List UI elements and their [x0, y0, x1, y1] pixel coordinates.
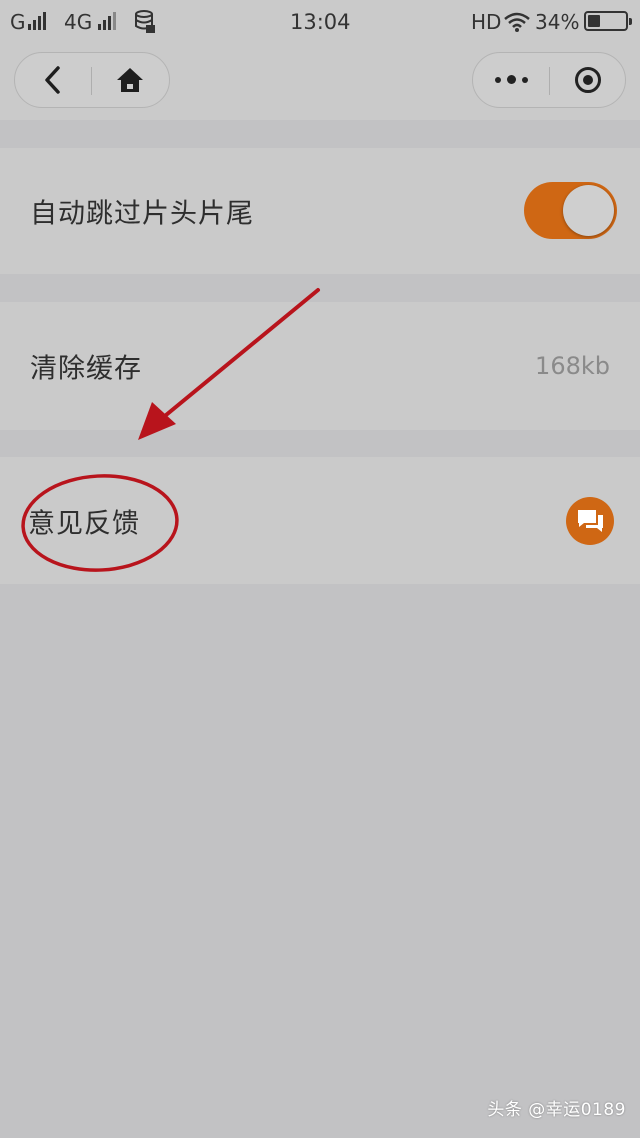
- nav-capsule-right: [472, 52, 626, 108]
- hd-label: HD: [471, 10, 502, 34]
- signal-strength-icon: [28, 12, 46, 30]
- battery-icon: [584, 11, 632, 31]
- setting-label: 意见反馈: [28, 508, 140, 539]
- network-label-2: 4G: [64, 10, 93, 34]
- signal-strength-icon-2: [98, 12, 116, 30]
- more-dots-icon: [494, 75, 528, 84]
- skip-intro-toggle[interactable]: [524, 182, 617, 239]
- database-icon: [135, 10, 155, 33]
- cache-size-value: 168kb: [535, 352, 610, 380]
- chat-bubbles-icon[interactable]: [566, 497, 614, 545]
- setting-clear-cache[interactable]: 清除缓存 168kb: [0, 302, 640, 430]
- app-page: G 4G 13:04 HD 34% 自动跳过片头片尾 清除缓存 168kb 意见…: [0, 0, 640, 1138]
- chevron-left-icon: [45, 65, 60, 94]
- more-button[interactable]: [473, 53, 549, 106]
- toggle-knob: [563, 185, 614, 236]
- wifi-icon: [504, 12, 530, 32]
- home-icon: [117, 67, 143, 92]
- setting-label: 自动跳过片头片尾: [30, 198, 254, 230]
- setting-label: 清除缓存: [30, 353, 142, 385]
- back-button[interactable]: [15, 53, 91, 106]
- watermark: 头条 @幸运0189: [487, 1100, 626, 1120]
- clock: 13:04: [290, 10, 351, 34]
- setting-feedback[interactable]: 意见反馈: [0, 457, 640, 584]
- battery-percent: 34%: [535, 10, 580, 34]
- home-button[interactable]: [92, 53, 168, 106]
- nav-capsule-left: [14, 52, 170, 108]
- status-bar: G 4G 13:04 HD 34%: [0, 0, 640, 44]
- target-close-icon: [575, 66, 601, 93]
- setting-skip-intro-outro[interactable]: 自动跳过片头片尾: [0, 148, 640, 274]
- network-label-1: G: [10, 10, 26, 34]
- close-mini-program-button[interactable]: [550, 53, 626, 106]
- mini-program-nav-bar: [0, 44, 640, 120]
